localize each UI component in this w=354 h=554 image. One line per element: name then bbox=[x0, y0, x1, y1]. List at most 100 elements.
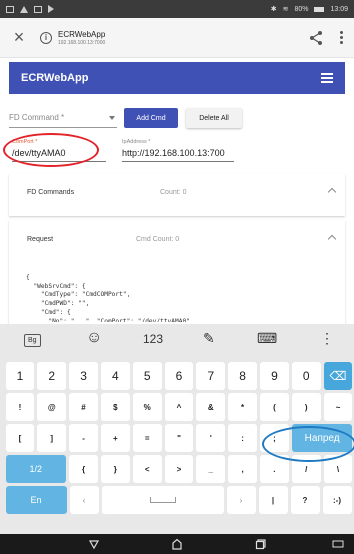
page-host: 192.168.100.13:7000 bbox=[58, 39, 106, 46]
add-cmd-button[interactable]: Add Cmd bbox=[124, 108, 178, 128]
key-brace-open[interactable]: { bbox=[69, 455, 98, 483]
cursor-right-key[interactable]: › bbox=[226, 486, 256, 514]
request-title: Request bbox=[27, 236, 54, 243]
keyboard-icon[interactable]: ⌨ bbox=[257, 330, 277, 347]
key-smiley[interactable]: :-) bbox=[322, 486, 352, 514]
keyboard-hide-icon[interactable] bbox=[332, 538, 344, 550]
key-exclamation[interactable]: ! bbox=[5, 393, 35, 421]
key-caret[interactable]: ^ bbox=[164, 393, 194, 421]
key-question[interactable]: ? bbox=[290, 486, 320, 514]
key-dollar[interactable]: $ bbox=[100, 393, 130, 421]
fd-command-select[interactable]: FD Command * bbox=[9, 108, 117, 128]
home-icon[interactable] bbox=[171, 538, 183, 550]
keyboard-row-numbers: 1 2 3 4 5 6 7 8 9 0 ⌫ bbox=[0, 362, 354, 393]
key-at[interactable]: @ bbox=[37, 393, 67, 421]
ip-address-label: IpAddress * bbox=[122, 139, 151, 145]
page-title: ECRWebApp bbox=[58, 29, 106, 39]
keyboard-toolbar: Bg ☺ 123 ✎ ⌨ ⋮ bbox=[0, 324, 354, 356]
keyboard-row-symbols-1: ! @ # $ % ^ & * ( ) ~ bbox=[0, 393, 354, 424]
back-icon[interactable] bbox=[88, 538, 100, 550]
key-5[interactable]: 5 bbox=[132, 362, 162, 390]
clock: 13:09 bbox=[330, 5, 348, 13]
keyboard-row-bottom: En ‹ › | ? :-) bbox=[0, 486, 354, 517]
command-row: FD Command * Add Cmd Delete All bbox=[9, 108, 345, 130]
key-3[interactable]: 3 bbox=[69, 362, 98, 390]
key-less-than[interactable]: < bbox=[132, 455, 162, 483]
key-bracket-open[interactable]: [ bbox=[5, 424, 35, 452]
code-line: "No": "..." "ComPort": "/dev/ttyAMA0" bbox=[26, 317, 190, 322]
emoji-icon[interactable]: ☺ bbox=[86, 329, 102, 347]
page-toggle-key[interactable]: 1/2 bbox=[5, 455, 67, 483]
key-underscore[interactable]: _ bbox=[196, 455, 226, 483]
space-key[interactable] bbox=[101, 486, 224, 514]
key-colon[interactable]: : bbox=[228, 424, 257, 452]
code-line: "Cmd": { bbox=[26, 308, 71, 316]
fd-commands-title: FD Commands bbox=[27, 189, 75, 196]
key-ampersand[interactable]: & bbox=[196, 393, 226, 421]
play-icon bbox=[48, 5, 54, 13]
status-right: ✱ ≋ 80% 13:09 bbox=[270, 5, 348, 14]
menu-icon[interactable] bbox=[321, 73, 333, 83]
android-nav-bar bbox=[0, 534, 354, 554]
key-0[interactable]: 0 bbox=[291, 362, 321, 390]
key-plus[interactable]: + bbox=[100, 424, 130, 452]
ip-address-input[interactable]: http://192.168.100.13:700 bbox=[122, 148, 234, 158]
key-double-quote[interactable]: " bbox=[164, 424, 194, 452]
fd-command-placeholder: FD Command * bbox=[9, 113, 65, 122]
language-icon[interactable]: Bg bbox=[24, 334, 41, 347]
key-paren-close[interactable]: ) bbox=[291, 393, 321, 421]
notification-icon bbox=[6, 5, 14, 13]
ip-address-underline bbox=[122, 161, 234, 162]
warning-icon bbox=[20, 5, 28, 13]
key-7[interactable]: 7 bbox=[196, 362, 226, 390]
bluetooth-icon: ✱ bbox=[270, 6, 277, 13]
info-icon[interactable]: i bbox=[40, 31, 52, 44]
backspace-icon[interactable]: ⌫ bbox=[323, 362, 353, 390]
key-paren-open[interactable]: ( bbox=[260, 393, 289, 421]
key-9[interactable]: 9 bbox=[260, 362, 289, 390]
key-hash[interactable]: # bbox=[69, 393, 98, 421]
close-icon[interactable]: × bbox=[10, 27, 28, 48]
key-greater-than[interactable]: > bbox=[164, 455, 194, 483]
browser-toolbar: × i ECRWebApp 192.168.100.13:7000 bbox=[0, 18, 354, 58]
image-icon bbox=[34, 5, 42, 13]
code-line: { bbox=[26, 273, 30, 281]
code-line: "CmdType": "CmdCOMPort", bbox=[26, 291, 131, 299]
key-8[interactable]: 8 bbox=[228, 362, 257, 390]
fd-commands-count: Count: 0 bbox=[160, 189, 187, 196]
delete-all-button[interactable]: Delete All bbox=[186, 108, 242, 128]
language-switch-key[interactable]: En bbox=[5, 486, 67, 514]
battery-percent: 80% bbox=[294, 5, 309, 13]
key-equals[interactable]: = bbox=[132, 424, 162, 452]
key-brace-close[interactable]: } bbox=[100, 455, 130, 483]
wifi-icon: ≋ bbox=[282, 6, 289, 13]
key-tilde[interactable]: ~ bbox=[323, 393, 353, 421]
recents-icon[interactable] bbox=[255, 538, 267, 550]
key-pipe[interactable]: | bbox=[258, 486, 288, 514]
code-line: "WebSrvCmd": { bbox=[26, 282, 86, 290]
key-percent[interactable]: % bbox=[132, 393, 162, 421]
app-header: ECRWebApp bbox=[9, 62, 345, 94]
key-asterisk[interactable]: * bbox=[228, 393, 257, 421]
cursor-left-key[interactable]: ‹ bbox=[69, 486, 99, 514]
key-single-quote[interactable]: ' bbox=[196, 424, 226, 452]
key-1[interactable]: 1 bbox=[5, 362, 35, 390]
code-line: "CmdPWD": "", bbox=[26, 300, 90, 308]
key-6[interactable]: 6 bbox=[164, 362, 194, 390]
app-title: ECRWebApp bbox=[21, 72, 89, 84]
chevron-down-icon bbox=[109, 116, 115, 120]
request-count: Cmd Count: 0 bbox=[136, 236, 180, 243]
more-vert-icon[interactable] bbox=[340, 31, 344, 44]
numbers-toggle[interactable]: 123 bbox=[143, 332, 163, 346]
key-comma[interactable]: , bbox=[228, 455, 257, 483]
key-bracket-close[interactable]: ] bbox=[37, 424, 67, 452]
url-block[interactable]: ECRWebApp 192.168.100.13:7000 bbox=[58, 30, 105, 46]
palette-icon[interactable]: ✎ bbox=[203, 330, 215, 347]
share-icon[interactable] bbox=[308, 30, 324, 46]
key-minus[interactable]: - bbox=[69, 424, 98, 452]
battery-icon bbox=[314, 6, 325, 12]
key-2[interactable]: 2 bbox=[37, 362, 67, 390]
comport-annotation bbox=[3, 133, 99, 167]
more-vert-icon[interactable]: ⋮ bbox=[320, 330, 334, 347]
key-4[interactable]: 4 bbox=[100, 362, 130, 390]
